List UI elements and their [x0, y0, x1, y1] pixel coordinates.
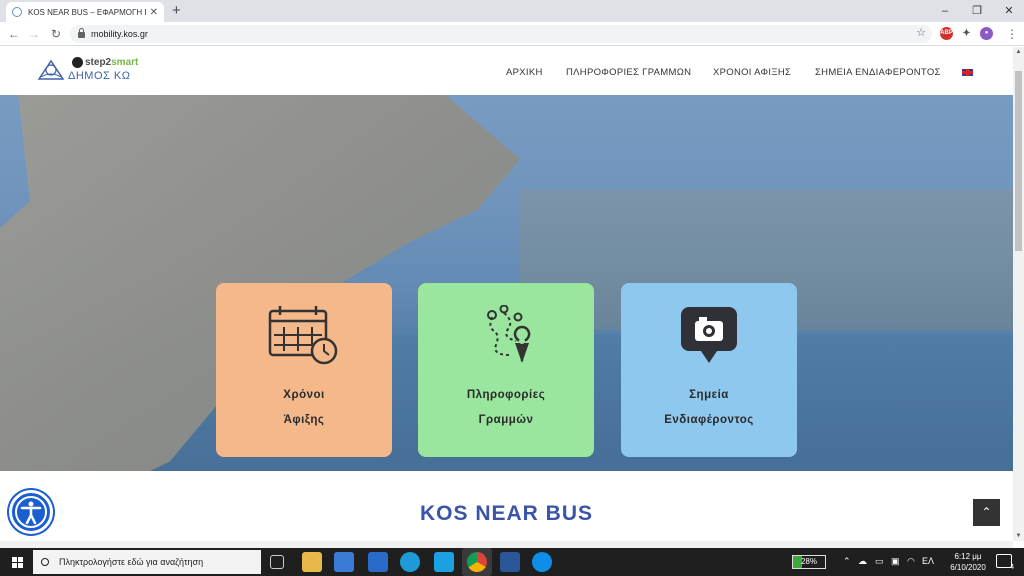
calendar-clock-icon	[268, 306, 338, 365]
wifi-icon[interactable]: ◠	[907, 556, 915, 567]
bookmark-star-icon[interactable]: ☆	[916, 26, 926, 39]
accessibility-button[interactable]	[9, 490, 53, 534]
language-indicator[interactable]: ΕΛ	[922, 556, 934, 566]
search-icon	[41, 558, 49, 566]
teamviewer-icon[interactable]	[532, 552, 552, 572]
new-tab-button[interactable]: +	[172, 2, 181, 20]
file-explorer-icon[interactable]	[302, 552, 322, 572]
back-to-top-button[interactable]: ⌃	[973, 499, 1000, 526]
scrollbar-thumb[interactable]	[1015, 71, 1022, 251]
vertical-scrollbar[interactable]: ▲ ▼	[1013, 47, 1024, 541]
route-pins-icon	[487, 305, 531, 363]
edge-icon[interactable]	[400, 552, 420, 572]
scroll-up-icon[interactable]: ▲	[1013, 47, 1024, 57]
card-arrival-times[interactable]: Χρόνοι Άφιξης	[216, 283, 392, 457]
url-text: mobility.kos.gr	[91, 29, 148, 39]
site-favicon-icon	[12, 7, 22, 17]
lync-icon[interactable]	[434, 552, 454, 572]
tab-close-icon[interactable]: ✕	[150, 7, 158, 18]
back-icon[interactable]: ←	[4, 22, 24, 46]
site-header: step2smart ΔΗΜΟΣ ΚΩ ΑΡΧΙΚΗ ΠΛΗΡΟΦΟΡΙΕΣ Γ…	[0, 47, 1013, 95]
battery-indicator[interactable]: 28%	[792, 555, 826, 569]
card-label: Χρόνοι Άφιξης	[283, 389, 325, 426]
windows-start-icon[interactable]	[12, 557, 23, 568]
extensions-puzzle-icon[interactable]: ✦	[960, 27, 973, 40]
forward-icon[interactable]: →	[24, 22, 44, 46]
section-title: KOS NEAR BUS	[419, 502, 594, 525]
nav-points-of-interest[interactable]: ΣΗΜΕΙΑ ΕΝΔΙΑΦΕΡΟΝΤΟΣ	[815, 67, 941, 78]
mail-icon[interactable]	[368, 552, 388, 572]
card-points-of-interest[interactable]: Σημεία Ενδιαφέροντος	[621, 283, 797, 457]
word-icon[interactable]	[500, 552, 520, 572]
card-label: Σημεία Ενδιαφέροντος	[664, 389, 754, 426]
clock-date: 6/10/2020	[950, 563, 986, 572]
display-icon[interactable]: ▣	[891, 556, 900, 567]
notification-center-icon[interactable]: 4	[996, 554, 1014, 571]
notification-count: 4	[1010, 564, 1014, 571]
tray-chevron-icon[interactable]: ⌃	[843, 556, 851, 567]
step2smart-logo[interactable]: step2smart	[85, 57, 138, 68]
reload-icon[interactable]: ↻	[46, 22, 66, 46]
scroll-down-icon[interactable]: ▼	[1013, 531, 1024, 541]
card-line-info[interactable]: Πληροφορίες Γραμμών	[418, 283, 594, 457]
browser-tab-strip: KOS NEAR BUS – ΕΦΑΡΜΟΓΗ ΠΛ ✕ + – ❐ ✕	[0, 0, 1024, 22]
accessibility-icon	[15, 496, 47, 528]
card-label: Πληροφορίες Γραμμών	[466, 389, 546, 426]
browser-tab[interactable]: KOS NEAR BUS – ΕΦΑΡΜΟΓΗ ΠΛ ✕	[6, 2, 164, 22]
step2smart-badge-icon	[72, 57, 83, 68]
uk-flag-icon[interactable]	[962, 69, 973, 76]
minimize-button[interactable]: –	[928, 0, 962, 22]
municipality-logo-icon[interactable]	[37, 57, 65, 81]
system-clock[interactable]: 6:12 μμ 6/10/2020	[938, 551, 998, 573]
restore-button[interactable]: ❐	[960, 0, 994, 22]
nav-arrival-times[interactable]: ΧΡΟΝΟΙ ΑΦΙΞΗΣ	[713, 67, 791, 78]
taskbar-search-box[interactable]: Πληκτρολογήστε εδώ για αναζήτηση	[33, 550, 261, 574]
nav-home[interactable]: ΑΡΧΙΚΗ	[506, 67, 543, 78]
task-view-icon[interactable]	[270, 555, 284, 569]
browser-menu-icon[interactable]: ⋮	[1002, 22, 1022, 46]
camera-pin-icon	[681, 307, 737, 363]
tab-title: KOS NEAR BUS – ΕΦΑΡΜΟΓΗ ΠΛ	[28, 7, 146, 17]
search-placeholder: Πληκτρολογήστε εδώ για αναζήτηση	[59, 557, 204, 567]
nav-line-info[interactable]: ΠΛΗΡΟΦΟΡΙΕΣ ΓΡΑΜΜΩΝ	[566, 67, 691, 78]
cloud-icon[interactable]: ☁	[858, 556, 867, 567]
tray-app-icon[interactable]: ▭	[875, 556, 884, 567]
lock-icon	[78, 28, 85, 38]
adblock-icon[interactable]: ABP	[940, 27, 953, 40]
close-window-button[interactable]: ✕	[992, 0, 1024, 22]
store-icon[interactable]	[334, 552, 354, 572]
chrome-icon[interactable]	[467, 552, 487, 572]
windows-taskbar: Πληκτρολογήστε εδώ για αναζήτηση 28% ⌃ ☁…	[0, 548, 1024, 576]
browser-toolbar: ← → ↻ mobility.kos.gr ☆ ABP ✦ ● ⋮	[0, 22, 1024, 46]
address-bar[interactable]: mobility.kos.gr ☆	[70, 25, 932, 43]
clock-time: 6:12 μμ	[954, 552, 982, 561]
profile-avatar-icon[interactable]: ●	[980, 27, 993, 40]
municipality-name: ΔΗΜΟΣ ΚΩ	[68, 70, 131, 82]
horizontal-scrollbar[interactable]	[0, 541, 1013, 548]
